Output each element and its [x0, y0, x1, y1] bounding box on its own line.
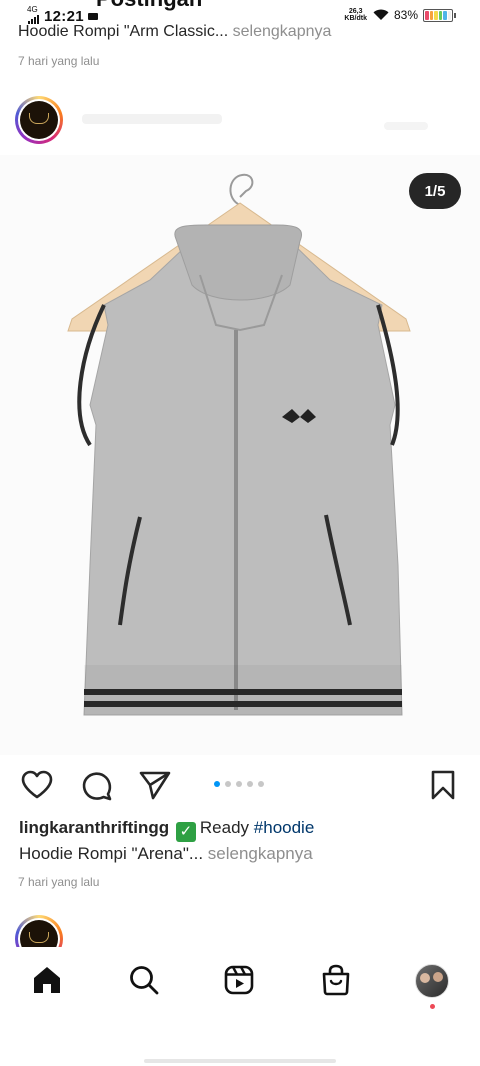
top-header: Postingan: [0, 0, 480, 14]
post-image[interactable]: 1/5: [0, 155, 480, 755]
profile-avatar[interactable]: [415, 964, 449, 998]
more-options-placeholder: [384, 122, 428, 130]
carousel-dots: [214, 781, 264, 787]
home-icon[interactable]: [31, 964, 63, 996]
post-time: 7 hari yang lalu: [18, 875, 100, 889]
notification-dot: [430, 1004, 435, 1009]
post-caption-line2[interactable]: Hoodie Rompi "Arena"... selengkapnya: [19, 844, 313, 864]
story-avatar[interactable]: [15, 96, 63, 144]
carousel-dot: [236, 781, 242, 787]
hoodie-vest-photo: [67, 173, 411, 716]
reels-icon[interactable]: [223, 964, 255, 996]
caption-line2-text: Hoodie Rompi "Arena"...: [19, 844, 204, 863]
carousel-dot: [258, 781, 264, 787]
search-icon[interactable]: [128, 964, 160, 996]
camera-icon: [87, 13, 98, 20]
check-mark-button-icon: ✓: [175, 822, 196, 842]
heart-icon[interactable]: [21, 770, 53, 800]
caption-word: Ready: [199, 818, 250, 837]
previous-more-link[interactable]: selengkapnya: [233, 23, 332, 40]
comment-icon[interactable]: [81, 770, 113, 802]
bookmark-icon[interactable]: [430, 770, 456, 800]
previous-post-time: 7 hari yang lalu: [18, 54, 100, 68]
carousel-dot: [225, 781, 231, 787]
hashtag-link[interactable]: #hoodie: [254, 818, 315, 837]
post-caption: lingkaranthriftingg ✓ Ready #hoodie: [19, 818, 314, 842]
page-title: Postingan: [96, 0, 202, 12]
home-indicator: [144, 1059, 336, 1063]
hanger-logo-icon: [20, 920, 58, 947]
previous-caption-text: Hoodie Rompi "Arm Classic...: [18, 23, 229, 40]
previous-post-caption[interactable]: Hoodie Rompi "Arm Classic... selengkapny…: [18, 23, 331, 41]
speed-unit: KB/dtk: [344, 15, 367, 22]
more-link[interactable]: selengkapnya: [208, 844, 313, 863]
carousel-dot-active: [214, 781, 220, 787]
post-username[interactable]: lingkaranthriftingg: [19, 818, 169, 837]
paper-plane-icon[interactable]: [139, 770, 171, 800]
carousel-dot: [247, 781, 253, 787]
next-post-avatar[interactable]: [15, 915, 63, 947]
post-header: [0, 94, 480, 150]
shop-icon[interactable]: [320, 964, 352, 996]
image-counter-badge: 1/5: [409, 173, 461, 209]
bottom-nav: [0, 950, 480, 1016]
username-placeholder: [82, 114, 222, 124]
action-bar: [0, 766, 480, 806]
hanger-logo-icon: [20, 101, 58, 139]
arrow-left-icon[interactable]: [20, 0, 54, 8]
